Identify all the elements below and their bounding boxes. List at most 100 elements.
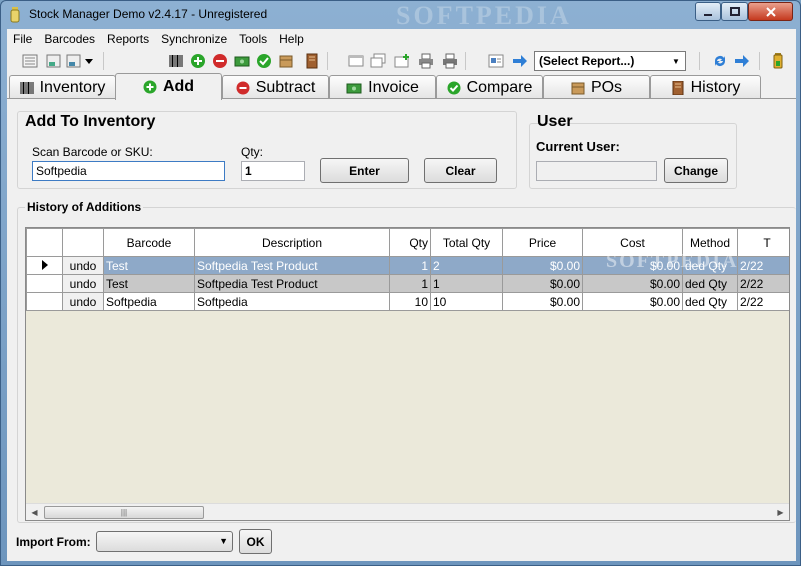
report-select[interactable]: (Select Report...) ▼ [534,51,686,71]
table-row[interactable]: undo Test Softpedia Test Product 1 1 $0.… [26,274,789,293]
change-user-button[interactable]: Change [664,158,728,183]
menu-help[interactable]: Help [273,32,310,46]
box-icon [571,82,585,94]
toolbar-pos-button[interactable] [277,52,295,70]
add-tab-panel: Add To Inventory Scan Barcode or SKU: So… [7,98,796,561]
tab-label: Subtract [255,78,316,96]
toolbar-compare-button[interactable] [255,52,273,70]
toolbar-print-button[interactable] [417,52,435,70]
cell-description: Softpedia Test Product [194,274,390,293]
qty-input[interactable]: 1 [241,161,305,181]
cell-barcode: Test [103,256,195,275]
clear-button[interactable]: Clear [424,158,497,183]
report-select-value: (Select Report...) [539,54,635,68]
toolbar-invoice-button[interactable] [233,52,251,70]
toolbar-new-window-button[interactable] [393,52,411,70]
list-icon [22,54,38,68]
toolbar-battery-button[interactable] [769,52,787,70]
toolbar-dropdown-button[interactable] [83,52,95,70]
history-grid[interactable]: Barcode Description Qty Total Qty Price … [25,227,790,521]
tab-subtract[interactable]: Subtract [222,75,329,99]
row-selector[interactable] [26,274,63,293]
maximize-icon [729,6,740,16]
toolbar-export-button[interactable] [45,52,63,70]
import-from-select[interactable]: ▼ [96,531,233,552]
windows-icon [370,53,386,68]
toolbar-window1-button[interactable] [347,52,365,70]
table-row[interactable]: undo Softpedia Softpedia 10 10 $0.00 $0.… [26,292,789,311]
app-window: Stock Manager Demo v2.4.17 - Unregistere… [0,0,801,566]
col-header-undo [62,228,104,257]
cell-t: 2/22 [737,256,789,275]
cell-method: ded Qty [682,292,738,311]
tab-label: History [690,78,741,96]
tab-compare[interactable]: Compare [436,75,543,99]
toolbar-window2-button[interactable] [369,52,387,70]
col-header-description[interactable]: Description [194,228,390,257]
plus-circle-icon [191,54,205,68]
chevron-left-icon: ◀ [31,508,38,517]
client-area: File Barcodes Reports Synchronize Tools … [7,29,796,561]
scan-barcode-input[interactable]: Softpedia [32,161,225,181]
history-title: History of Additions [25,200,144,214]
scroll-right-button[interactable]: ▶ [772,504,789,520]
tab-label: Invoice [368,78,419,96]
undo-button[interactable]: undo [62,256,104,275]
close-button[interactable] [748,2,793,21]
toolbar-sync-button[interactable] [711,52,729,70]
close-icon [765,6,776,17]
menu-tools[interactable]: Tools [233,32,273,46]
grid-watermark: SOFTPEDIA [606,250,739,272]
undo-button[interactable]: undo [62,274,104,293]
maximize-button[interactable] [721,2,748,21]
toolbar-barcode-button[interactable] [167,52,185,70]
barcode-icon [20,81,34,94]
col-header-barcode[interactable]: Barcode [103,228,195,257]
cell-t: 2/22 [737,274,789,293]
tab-label: Add [162,78,195,95]
toolbar-print-preview-button[interactable] [441,52,459,70]
row-selector[interactable] [26,256,63,275]
tab-invoice[interactable]: Invoice [329,75,436,99]
menu-file[interactable]: File [7,32,38,46]
title-bar[interactable]: Stock Manager Demo v2.4.17 - Unregistere… [1,1,800,30]
col-header-qty[interactable]: Qty [389,228,431,257]
sync-icon [715,56,725,66]
col-header-t[interactable]: T [737,228,789,257]
scrollbar-thumb[interactable]: ||| [44,506,204,519]
import-ok-button[interactable]: OK [239,529,272,554]
toolbar-report-button[interactable] [487,52,505,70]
scroll-left-button[interactable]: ◀ [26,504,43,520]
horizontal-scrollbar[interactable]: ◀ ||| ▶ [26,503,789,520]
cell-cost: $0.00 [582,274,683,293]
minimize-button[interactable] [695,2,721,21]
col-header-total-qty[interactable]: Total Qty [430,228,503,257]
printer-icon [419,53,433,69]
tab-history[interactable]: History [650,75,761,99]
book-icon [672,80,684,95]
row-selector[interactable] [26,292,63,311]
tab-add[interactable]: Add [115,73,222,100]
menu-barcodes[interactable]: Barcodes [38,32,101,46]
current-row-arrow-icon [41,259,48,270]
app-icon [10,7,20,23]
report-icon [488,54,504,68]
new-window-icon [394,54,409,68]
toolbar-import-button[interactable] [65,52,83,70]
col-header-price[interactable]: Price [502,228,583,257]
tab-inventory[interactable]: Inventory [9,75,116,99]
toolbar-history-button[interactable] [303,52,321,70]
tab-pos[interactable]: POs [543,75,650,99]
toolbar-list-button[interactable] [21,52,39,70]
menu-synchronize[interactable]: Synchronize [155,32,233,46]
toolbar-separator [759,52,760,70]
toolbar-add-button[interactable] [189,52,207,70]
toolbar-forward-button[interactable] [733,52,751,70]
menu-reports[interactable]: Reports [101,32,155,46]
toolbar-run-report-button[interactable] [511,52,529,70]
undo-button[interactable]: undo [62,292,104,311]
enter-button[interactable]: Enter [320,158,409,183]
scan-label: Scan Barcode or SKU: [32,145,153,159]
user-group-title: User [537,113,573,130]
toolbar-subtract-button[interactable] [211,52,229,70]
